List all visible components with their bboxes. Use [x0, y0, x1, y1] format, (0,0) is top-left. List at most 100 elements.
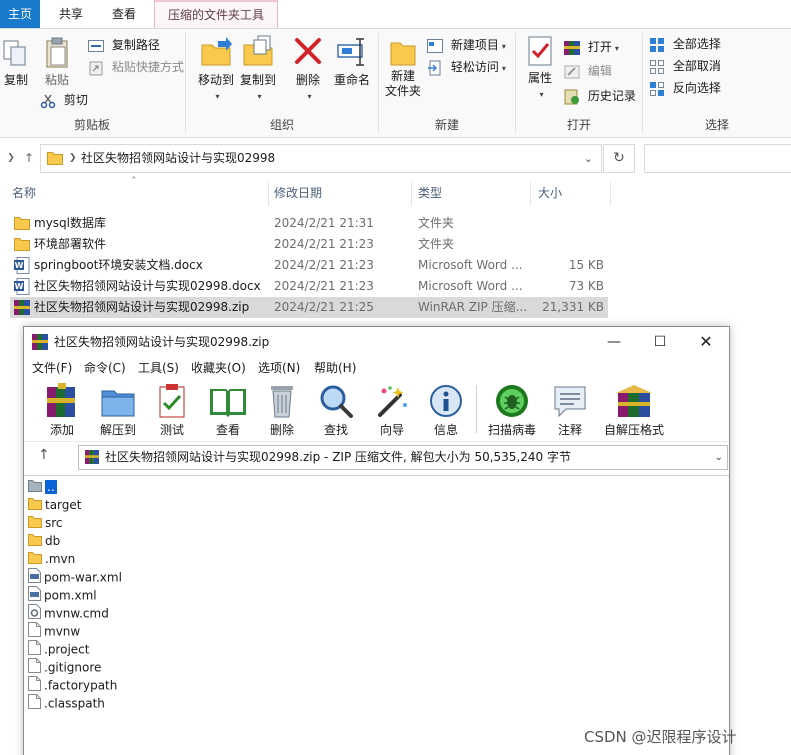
easy-access-button[interactable]: 轻松访问 ▾: [427, 57, 506, 77]
archive-item[interactable]: src: [28, 514, 63, 532]
file-date: 2024/2/21 21:23: [274, 279, 374, 293]
column-header-modified[interactable]: 修改日期: [274, 182, 322, 204]
column-divider[interactable]: [610, 182, 611, 206]
archive-item[interactable]: .classpath: [28, 694, 105, 712]
column-divider[interactable]: [268, 182, 269, 206]
copy-icon: [3, 40, 26, 66]
file-row[interactable]: W 社区失物招领网站设计与实现02998.docx 2024/2/21 21:2…: [10, 276, 608, 297]
move-to-button[interactable]: 移动到 ▾: [196, 35, 236, 102]
folder-icon: [28, 533, 42, 551]
up-arrow-icon[interactable]: ↑: [20, 148, 38, 168]
menu-help[interactable]: 帮助(H): [314, 357, 356, 379]
virus-scan-button[interactable]: 扫描病毒: [486, 383, 538, 438]
find-button[interactable]: 查找: [318, 383, 354, 438]
archive-item[interactable]: db: [28, 532, 60, 550]
edit-button[interactable]: 编辑: [564, 61, 612, 81]
file-size: 73 KB: [568, 279, 604, 293]
archive-item[interactable]: mvnw: [28, 622, 80, 640]
history-icon: [564, 89, 579, 104]
column-header-size[interactable]: 大小: [538, 182, 562, 204]
archive-item[interactable]: target: [28, 496, 82, 514]
tab-home[interactable]: 主页: [0, 0, 40, 28]
menu-tools[interactable]: 工具(S): [138, 357, 179, 379]
menu-options[interactable]: 选项(N): [258, 357, 300, 379]
archive-item[interactable]: .gitignore: [28, 658, 101, 676]
archive-item[interactable]: pom-war.xml: [28, 568, 122, 586]
paste-shortcut-button[interactable]: 粘贴快捷方式: [88, 57, 184, 77]
winrar-titlebar[interactable]: 社区失物招领网站设计与实现02998.zip — ☐ ✕: [24, 327, 729, 357]
up-one-level-button[interactable]: ↑: [38, 447, 50, 463]
copy-to-icon: [243, 35, 273, 66]
new-folder-button[interactable]: 新建 文件夹: [383, 37, 423, 99]
clipboard-group: 复制 粘贴 复制路径 粘贴快捷方式 剪切 剪贴板: [0, 29, 184, 137]
file-name: mysql数据库: [34, 216, 106, 230]
test-button[interactable]: 测试: [154, 383, 190, 438]
menu-favorites[interactable]: 收藏夹(O): [191, 357, 246, 379]
tab-compressed-folder-tools[interactable]: 压缩的文件夹工具: [154, 0, 278, 28]
column-divider[interactable]: [411, 182, 412, 206]
archive-item[interactable]: pom.xml: [28, 586, 97, 604]
address-bar[interactable]: ❯ 社区失物招领网站设计与实现02998 ⌄: [40, 144, 602, 173]
organize-group: 移动到 ▾ 复制到 ▾ 删除 ▾ 重命名 组织: [186, 29, 378, 137]
comment-icon: [554, 386, 586, 418]
archive-item[interactable]: .project: [28, 640, 89, 658]
chevron-down-icon[interactable]: ⌄: [584, 145, 593, 172]
paste-shortcut-icon: [89, 61, 103, 75]
refresh-button[interactable]: ↻: [603, 144, 635, 173]
maximize-button[interactable]: ☐: [637, 327, 683, 357]
delete-archive-button[interactable]: 删除: [264, 383, 300, 438]
invert-selection-button[interactable]: 反向选择: [649, 78, 721, 98]
wizard-button[interactable]: 向导: [374, 383, 410, 438]
copy-path-button[interactable]: 复制路径: [88, 35, 160, 55]
menu-file[interactable]: 文件(F): [32, 357, 72, 379]
sfx-button[interactable]: 自解压格式: [602, 383, 666, 438]
winrar-toolbar: 添加 解压到 测试 查看 删除 查找 向导 信息 扫描病毒 注释 自解压格式: [24, 379, 729, 442]
search-input[interactable]: [644, 144, 791, 173]
file-row[interactable]: 环境部署软件 2024/2/21 21:23 文件夹: [10, 234, 608, 255]
archive-path-dropdown[interactable]: 社区失物招领网站设计与实现02998.zip - ZIP 压缩文件, 解包大小为…: [78, 445, 728, 470]
history-button[interactable]: 历史记录: [564, 86, 636, 106]
view-button[interactable]: 查看: [206, 383, 250, 438]
copy-button[interactable]: 复制: [2, 37, 30, 88]
archive-item-name: .classpath: [44, 696, 105, 711]
archive-item[interactable]: ..: [28, 478, 57, 496]
menu-commands[interactable]: 命令(C): [84, 357, 126, 379]
comment-button[interactable]: 注释: [552, 383, 588, 438]
delete-button[interactable]: 删除 ▾: [290, 35, 326, 102]
new-item-button[interactable]: 新建项目 ▾: [427, 35, 506, 55]
cut-button[interactable]: 剪切: [40, 90, 88, 110]
file-row[interactable]: mysql数据库 2024/2/21 21:31 文件夹: [10, 213, 608, 234]
extract-to-button[interactable]: 解压到: [96, 383, 140, 438]
column-divider[interactable]: [530, 182, 531, 206]
tab-view[interactable]: 查看: [100, 0, 148, 28]
select-all-button[interactable]: 全部选择: [649, 34, 721, 54]
paste-button[interactable]: 粘贴: [42, 37, 72, 88]
paste-icon: [46, 37, 68, 68]
column-header-type[interactable]: 类型: [418, 182, 442, 204]
select-none-button[interactable]: 全部取消: [649, 56, 721, 76]
parent-folder-icon: [28, 479, 42, 497]
add-button[interactable]: 添加: [44, 383, 80, 438]
properties-button[interactable]: 属性 ▾: [522, 35, 558, 100]
tab-share[interactable]: 共享: [48, 0, 94, 28]
ribbon-tabs: 主页 共享 查看 压缩的文件夹工具: [0, 0, 791, 29]
rename-button[interactable]: 重命名: [330, 35, 374, 88]
file-row-selected[interactable]: 社区失物招领网站设计与实现02998.zip 2024/2/21 21:25 W…: [10, 297, 608, 318]
archive-item[interactable]: .factorypath: [28, 676, 117, 694]
file-row[interactable]: W springboot环境安装文档.docx 2024/2/21 21:23 …: [10, 255, 608, 276]
winrar-window: 社区失物招领网站设计与实现02998.zip — ☐ ✕ 文件(F) 命令(C)…: [23, 326, 730, 755]
file-date: 2024/2/21 21:25: [274, 300, 374, 314]
column-header-name[interactable]: 名称: [12, 182, 36, 204]
close-button[interactable]: ✕: [683, 327, 729, 357]
minimize-button[interactable]: —: [591, 327, 637, 357]
archive-item[interactable]: mvnw.cmd: [28, 604, 109, 622]
file-icon: [28, 694, 41, 714]
recent-locations-chevron-icon[interactable]: ❯: [4, 148, 18, 168]
open-button[interactable]: 打开 ▾: [564, 37, 619, 57]
winrar-title: 社区失物招领网站设计与实现02998.zip: [54, 335, 270, 349]
file-type: Microsoft Word ...: [418, 279, 523, 293]
archive-item[interactable]: .mvn: [28, 550, 75, 568]
folder-icon: [47, 152, 63, 165]
info-button[interactable]: 信息: [428, 383, 464, 438]
copy-to-button[interactable]: 复制到 ▾: [238, 35, 278, 102]
